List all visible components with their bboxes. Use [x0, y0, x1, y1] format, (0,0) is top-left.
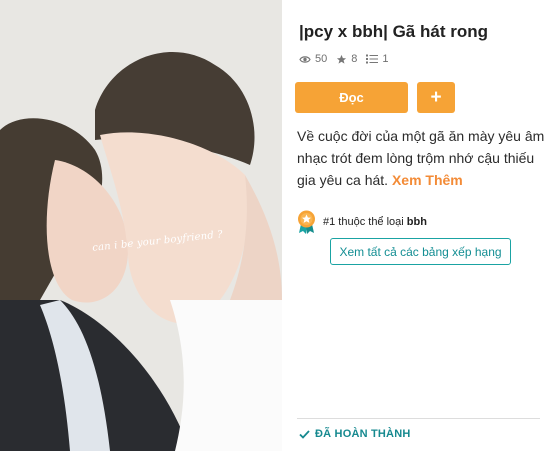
parts-count: 1: [382, 53, 389, 65]
all-rankings-button[interactable]: Xem tất cả các bảng xếp hạng: [330, 238, 511, 265]
eye-icon: [299, 55, 311, 63]
cover-illustration: [0, 0, 282, 451]
rank-text: #1 thuộc thể loại bbh: [323, 216, 427, 228]
rank-tag[interactable]: bbh: [407, 216, 427, 228]
story-cover-image[interactable]: can i be your boyfriend ?: [0, 0, 282, 451]
story-title[interactable]: |pcy x bbh| Gã hát rong: [299, 22, 488, 42]
see-more-link[interactable]: Xem Thêm: [392, 172, 463, 188]
medal-icon: [298, 210, 315, 234]
reads-stat: 50: [299, 53, 327, 65]
list-icon: [366, 54, 379, 64]
check-icon: [299, 429, 310, 439]
completion-status: ĐÃ HOÀN THÀNH: [299, 428, 410, 440]
reads-count: 50: [315, 53, 328, 65]
status-label: ĐÃ HOÀN THÀNH: [315, 428, 411, 440]
story-stats: 50 8 1: [299, 53, 398, 65]
votes-count: 8: [351, 53, 358, 65]
rank-prefix: #1 thuộc thể loại: [323, 216, 404, 228]
votes-stat: 8: [336, 53, 357, 65]
read-button[interactable]: Đọc: [295, 82, 408, 113]
add-to-library-button[interactable]: +: [417, 82, 455, 113]
divider: [297, 418, 540, 419]
story-description: Về cuộc đời của một gã ăn mày yêu âm nhạ…: [297, 125, 552, 191]
story-info-panel: |pcy x bbh| Gã hát rong 50 8 1 Đọc + Về …: [282, 0, 560, 451]
parts-stat: 1: [366, 53, 389, 65]
ranking-badge: #1 thuộc thể loại bbh: [296, 210, 427, 234]
star-icon: [337, 54, 347, 64]
